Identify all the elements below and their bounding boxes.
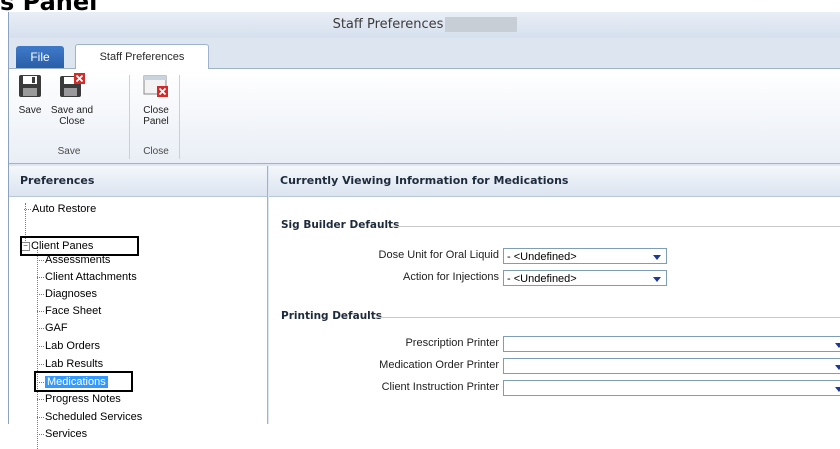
ribbon-group-close-label: Close [143,146,169,157]
ribbon-group-separator [179,75,180,159]
chevron-down-icon [835,365,840,370]
ribbon: Save Save and Close Close Panel Save Clo… [9,69,840,164]
prescription-printer-dropdown[interactable] [503,336,840,352]
action-injections-label: Action for Injections [403,271,499,283]
save-icon [15,73,45,102]
section-divider [391,226,840,227]
ribbon-tab-bar: File Staff Preferences [9,38,840,70]
client-instruction-printer-label: Client Instruction Printer [381,381,499,393]
save-button[interactable]: Save [15,73,45,116]
prescription-printer-label: Prescription Printer [405,337,499,349]
ribbon-group-separator [129,75,130,159]
save-and-close-label-2: Close [59,116,85,127]
detail-panel: Currently Viewing Information for Medica… [269,166,840,424]
tree-item-auto-restore[interactable]: Auto Restore [24,203,96,216]
action-injections-dropdown[interactable]: - <Undefined> [503,270,667,286]
preferences-panel: Preferences Auto Restore − Client Panes … [9,166,268,449]
close-panel-label-2: Panel [143,116,169,127]
tab-staff-preferences[interactable]: Staff Preferences [75,44,209,70]
tree-item-client-attachments[interactable]: Client Attachments [37,271,137,284]
close-panel-label-1: Close [143,105,169,116]
dose-unit-dropdown[interactable]: - <Undefined> [503,248,667,264]
highlight-box-client-panes [20,236,139,256]
save-and-close-label-1: Save and [50,105,94,116]
highlight-box-medications [34,371,133,392]
title-bar: Staff Preferences [9,12,840,38]
chevron-down-icon [835,387,840,392]
medication-order-printer-dropdown[interactable] [503,358,840,374]
tree-item-face-sheet[interactable]: Face Sheet [37,305,101,318]
sig-builder-section-title: Sig Builder Defaults [281,219,400,231]
window-title: Staff Preferences [332,17,444,32]
tree-item-services[interactable]: Services [37,428,87,441]
detail-header: Currently Viewing Information for Medica… [269,166,840,197]
chevron-down-icon [653,277,661,282]
tree-item-lab-orders[interactable]: Lab Orders [37,340,100,353]
printing-section-title: Printing Defaults [281,310,383,322]
ribbon-group-save-label: Save [57,146,81,157]
dose-unit-label: Dose Unit for Oral Liquid [378,249,499,261]
dose-unit-value: - <Undefined> [507,251,577,263]
tree-item-scheduled-services[interactable]: Scheduled Services [37,411,142,424]
close-panel-button[interactable]: Close Panel [137,73,175,127]
preferences-header: Preferences [9,166,267,197]
action-injections-value: - <Undefined> [507,273,577,285]
client-instruction-printer-dropdown[interactable] [503,380,840,396]
close-panel-icon [142,73,170,102]
chevron-down-icon [653,255,661,260]
save-and-close-icon [58,73,86,102]
tree-item-assessments[interactable]: Assessments [37,254,110,267]
tab-file[interactable]: File [16,46,64,68]
redacted-title-block [445,17,518,32]
tree-item-lab-results[interactable]: Lab Results [37,358,103,371]
staff-preferences-window: Staff Preferences File Staff Preferences… [8,12,840,449]
chevron-down-icon [835,343,840,348]
tree-item-gaf[interactable]: GAF [37,322,68,335]
medication-order-printer-label: Medication Order Printer [379,359,499,371]
tree-item-diagnoses[interactable]: Diagnoses [37,288,97,301]
section-divider [377,317,840,318]
tree-item-progress-notes[interactable]: Progress Notes [37,393,121,406]
save-and-close-button[interactable]: Save and Close [47,73,97,127]
save-label: Save [18,105,42,116]
